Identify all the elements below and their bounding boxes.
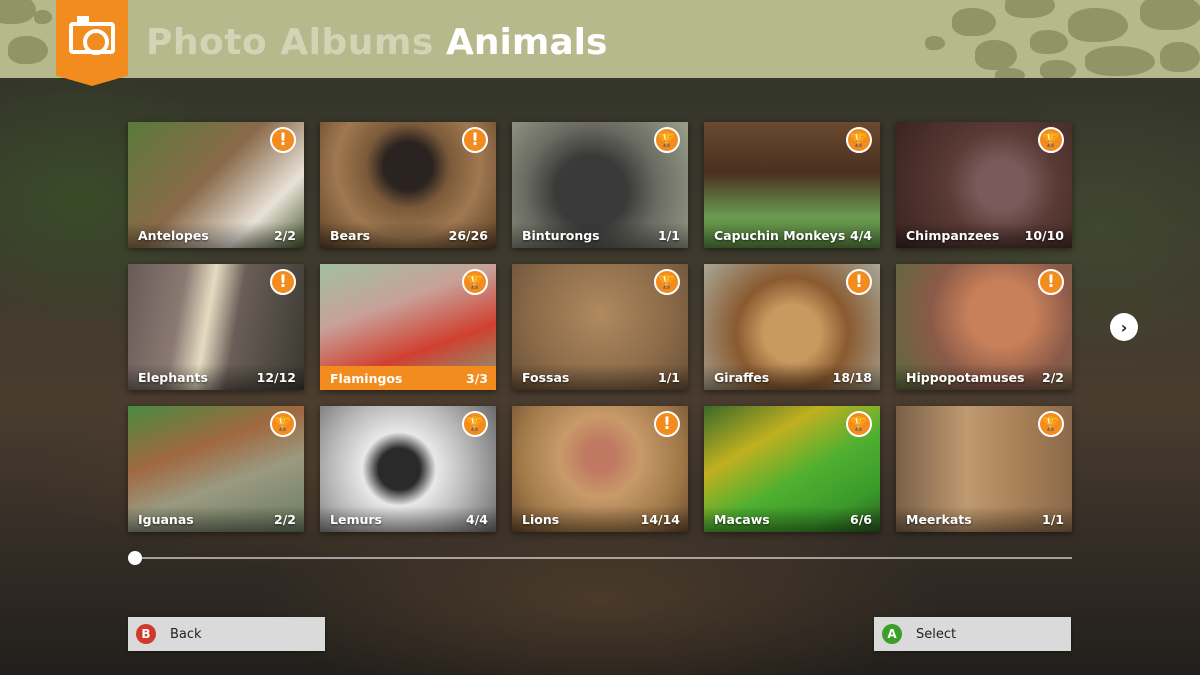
next-page-arrow-icon[interactable]: › xyxy=(1110,313,1138,341)
trophy-icon: 🏆 xyxy=(270,411,296,437)
album-count: 26/26 xyxy=(448,227,488,243)
album-name: Lions xyxy=(522,511,560,527)
album-tile[interactable]: ! Elephants 12/12 xyxy=(128,264,304,390)
album-tile[interactable]: ! Antelopes 2/2 xyxy=(128,122,304,248)
album-tile[interactable]: 🏆 Lemurs 4/4 xyxy=(320,406,496,532)
album-label-bar: Lions 14/14 xyxy=(512,506,688,532)
b-button-icon: B xyxy=(136,624,156,644)
album-name: Antelopes xyxy=(138,227,209,243)
album-label-bar: Iguanas 2/2 xyxy=(128,506,304,532)
album-tile[interactable]: ! Lions 14/14 xyxy=(512,406,688,532)
album-tile[interactable]: 🏆 Binturongs 1/1 xyxy=(512,122,688,248)
album-count: 3/3 xyxy=(466,370,488,386)
album-count: 2/2 xyxy=(1042,369,1064,385)
album-count: 10/10 xyxy=(1024,227,1064,243)
album-name: Macaws xyxy=(714,511,770,527)
alert-icon: ! xyxy=(846,269,872,295)
album-name: Meerkats xyxy=(906,511,972,527)
header-bar: Photo Albums Animals xyxy=(0,0,1200,78)
select-button[interactable]: A Select xyxy=(874,617,1071,651)
album-name: Binturongs xyxy=(522,227,600,243)
alert-icon: ! xyxy=(270,269,296,295)
scroll-knob[interactable] xyxy=(128,551,142,565)
trophy-icon: 🏆 xyxy=(846,411,872,437)
album-count: 1/1 xyxy=(658,369,680,385)
album-name: Iguanas xyxy=(138,511,194,527)
album-name: Bears xyxy=(330,227,371,243)
breadcrumb-photo-albums[interactable]: Photo Albums xyxy=(146,22,434,63)
album-tile[interactable]: 🏆 Flamingos 3/3 xyxy=(320,264,496,390)
album-name: Hippopotamuses xyxy=(906,369,1025,385)
album-count: 1/1 xyxy=(1042,511,1064,527)
trophy-icon: 🏆 xyxy=(654,269,680,295)
album-tile[interactable]: ! Bears 26/26 xyxy=(320,122,496,248)
album-label-bar: Macaws 6/6 xyxy=(704,506,880,532)
scroll-track[interactable] xyxy=(134,557,1072,559)
album-name: Fossas xyxy=(522,369,570,385)
album-label-bar: Fossas 1/1 xyxy=(512,364,688,390)
album-count: 4/4 xyxy=(466,511,488,527)
album-label-bar: Lemurs 4/4 xyxy=(320,506,496,532)
album-tile[interactable]: 🏆 Fossas 1/1 xyxy=(512,264,688,390)
album-name: Elephants xyxy=(138,369,208,385)
album-name: Flamingos xyxy=(330,370,403,386)
album-label-bar: Elephants 12/12 xyxy=(128,364,304,390)
album-count: 1/1 xyxy=(658,227,680,243)
trophy-icon: 🏆 xyxy=(654,127,680,153)
album-count: 4/4 xyxy=(850,227,872,243)
album-name: Capuchin Monkeys xyxy=(714,227,846,243)
album-tile[interactable]: 🏆 Iguanas 2/2 xyxy=(128,406,304,532)
album-name: Giraffes xyxy=(714,369,770,385)
trophy-icon: 🏆 xyxy=(1038,411,1064,437)
a-button-icon: A xyxy=(882,624,902,644)
alert-icon: ! xyxy=(1038,269,1064,295)
trophy-icon: 🏆 xyxy=(1038,127,1064,153)
trophy-icon: 🏆 xyxy=(846,127,872,153)
album-label-bar: Capuchin Monkeys 4/4 xyxy=(704,222,880,248)
album-count: 12/12 xyxy=(256,369,296,385)
select-label: Select xyxy=(916,626,957,642)
album-label-bar: Chimpanzees 10/10 xyxy=(896,222,1072,248)
album-tile[interactable]: 🏆 Macaws 6/6 xyxy=(704,406,880,532)
alert-icon: ! xyxy=(462,127,488,153)
album-label-bar: Binturongs 1/1 xyxy=(512,222,688,248)
album-count: 14/14 xyxy=(640,511,680,527)
album-label-bar: Meerkats 1/1 xyxy=(896,506,1072,532)
album-name: Chimpanzees xyxy=(906,227,1000,243)
alert-icon: ! xyxy=(270,127,296,153)
album-label-bar: Giraffes 18/18 xyxy=(704,364,880,390)
album-label-bar: Bears 26/26 xyxy=(320,222,496,248)
album-count: 2/2 xyxy=(274,511,296,527)
alert-icon: ! xyxy=(654,411,680,437)
back-button[interactable]: B Back xyxy=(128,617,325,651)
album-label-bar: Flamingos 3/3 xyxy=(320,366,496,390)
album-tile[interactable]: ! Hippopotamuses 2/2 xyxy=(896,264,1072,390)
album-count: 2/2 xyxy=(274,227,296,243)
album-tile[interactable]: 🏆 Meerkats 1/1 xyxy=(896,406,1072,532)
album-count: 6/6 xyxy=(850,511,872,527)
album-label-bar: Antelopes 2/2 xyxy=(128,222,304,248)
back-label: Back xyxy=(170,626,202,642)
album-grid: ! Antelopes 2/2! Bears 26/26 🏆 Binturongs 1/1 🏆 C… xyxy=(128,122,1072,532)
album-count: 18/18 xyxy=(832,369,872,385)
album-name: Lemurs xyxy=(330,511,382,527)
page-title: Animals xyxy=(446,22,608,63)
trophy-icon: 🏆 xyxy=(462,269,488,295)
camera-icon xyxy=(69,16,115,55)
album-tile[interactable]: ! Giraffes 18/18 xyxy=(704,264,880,390)
trophy-icon: 🏆 xyxy=(462,411,488,437)
camera-tab xyxy=(56,0,128,86)
album-label-bar: Hippopotamuses 2/2 xyxy=(896,364,1072,390)
album-tile[interactable]: 🏆 Chimpanzees 10/10 xyxy=(896,122,1072,248)
album-tile[interactable]: 🏆 Capuchin Monkeys 4/4 xyxy=(704,122,880,248)
